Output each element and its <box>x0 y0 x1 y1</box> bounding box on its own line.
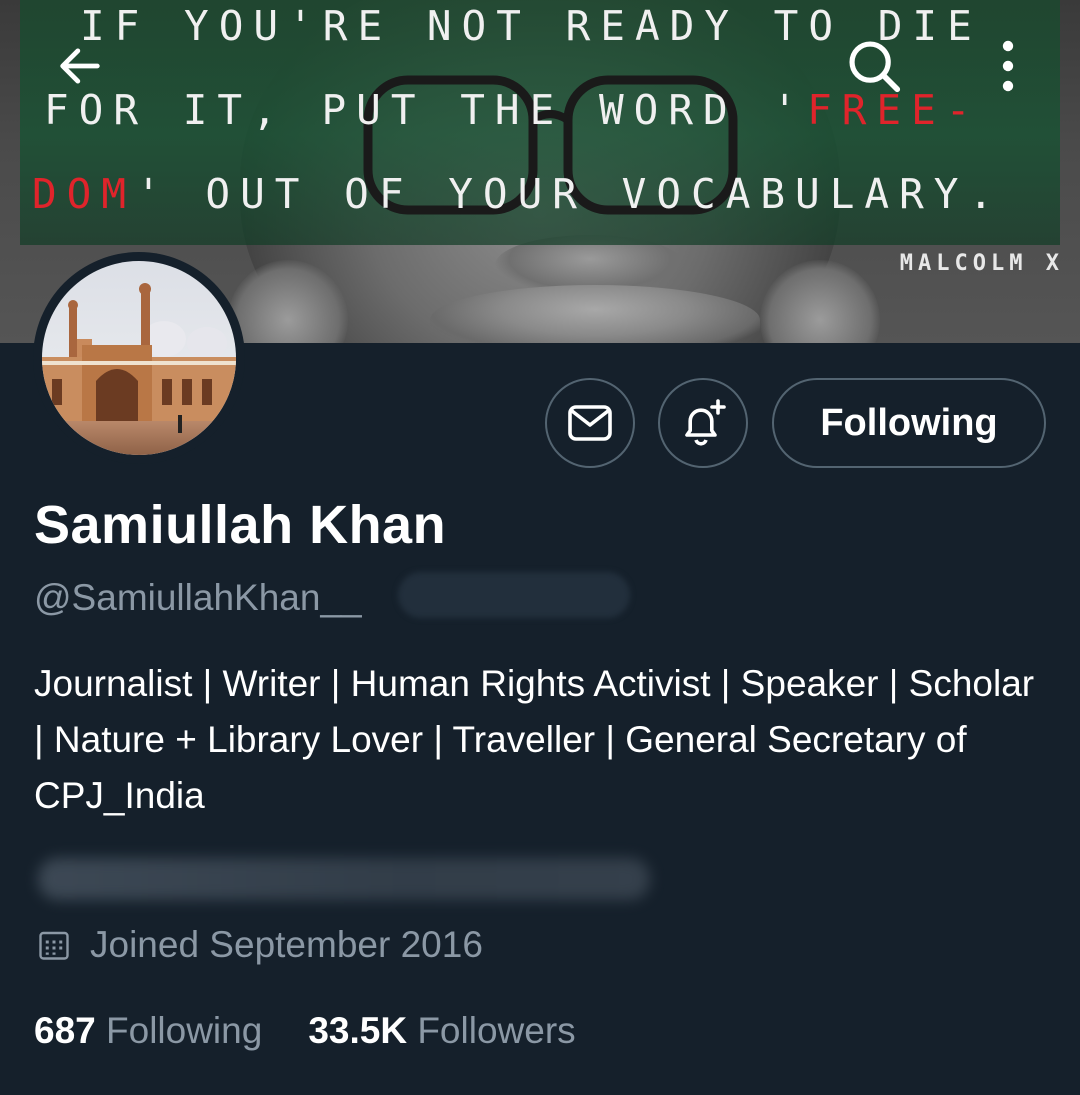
message-button[interactable] <box>545 378 635 468</box>
following-count-link[interactable]: 687 Following <box>34 1010 262 1052</box>
profile-stats: 687 Following 33.5K Followers <box>34 1010 576 1052</box>
following-label: Following <box>106 1010 263 1051</box>
redacted-location <box>38 858 650 900</box>
search-button[interactable] <box>842 34 906 98</box>
more-vertical-icon <box>1002 40 1014 92</box>
following-button[interactable]: Following <box>772 378 1046 468</box>
bell-plus-icon <box>685 399 726 446</box>
banner-quote-line-3: DOM' OUT OF YOUR VOCABULARY. <box>32 170 1004 218</box>
notifications-button[interactable] <box>658 378 748 468</box>
banner-quote-line-2: FOR IT, PUT THE WORD 'FREE- <box>44 86 981 134</box>
followers-count: 33.5K <box>308 1010 408 1051</box>
joined-label: Joined September 2016 <box>90 924 483 965</box>
search-icon <box>849 41 901 93</box>
profile-name: Samiullah Khan <box>34 495 447 555</box>
redacted-badge <box>398 572 630 618</box>
back-button[interactable] <box>48 34 112 98</box>
avatar-image <box>42 261 236 455</box>
joined-date: Joined September 2016 <box>36 924 483 966</box>
avatar[interactable] <box>33 252 245 464</box>
profile-bio: Journalist | Writer | Human Rights Activ… <box>34 663 1035 816</box>
following-count: 687 <box>34 1010 96 1051</box>
profile-handle: @SamiullahKhan__ <box>34 577 362 618</box>
arrow-left-icon <box>60 48 100 84</box>
followers-count-link[interactable]: 33.5K Followers <box>308 1010 575 1052</box>
profile-screen: IF YOU'RE NOT READY TO DIE FOR IT, PUT T… <box>0 0 1080 1095</box>
mail-icon <box>568 405 612 441</box>
calendar-icon <box>39 931 69 960</box>
more-options-button[interactable] <box>976 34 1040 98</box>
followers-label: Followers <box>417 1010 576 1051</box>
banner-attribution: MALCOLM X <box>899 251 1064 276</box>
